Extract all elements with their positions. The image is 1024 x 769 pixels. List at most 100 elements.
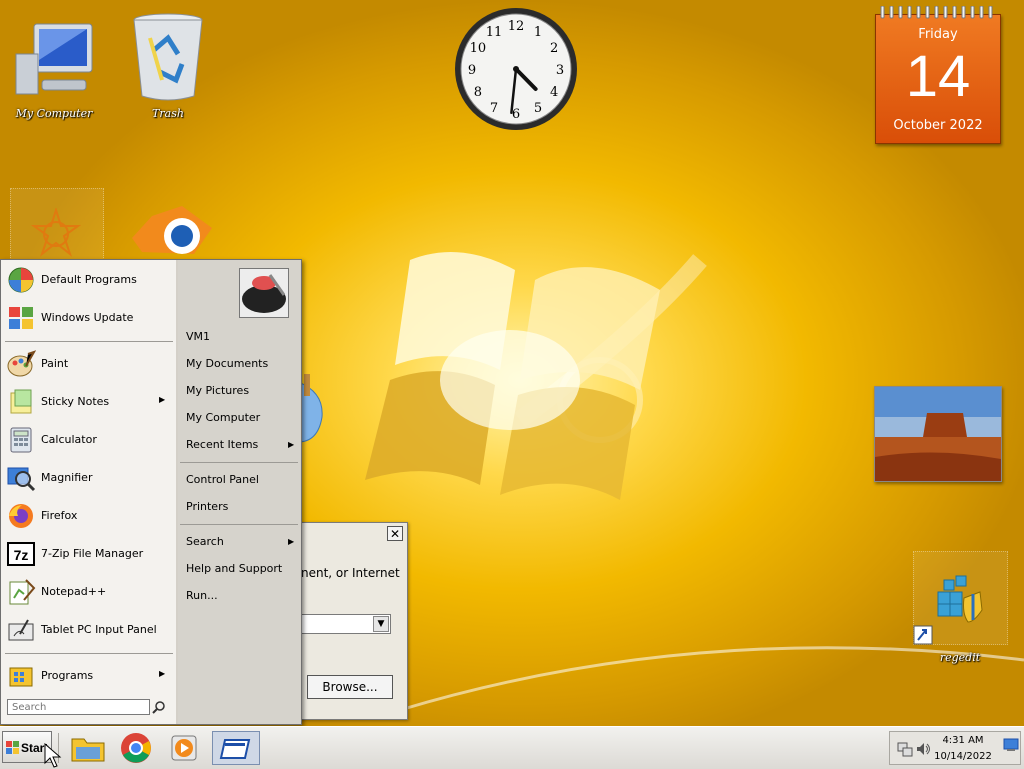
- clock-face: 12 12 3 45678 9 1011: [455, 8, 577, 130]
- notepadpp-icon: [9, 579, 36, 605]
- start-place-help-support[interactable]: Help and Support: [186, 562, 298, 575]
- run-open-combobox[interactable]: ▼: [301, 614, 391, 634]
- media-player-icon: [171, 735, 197, 761]
- separator: [5, 341, 173, 342]
- calendar-ring: [988, 6, 993, 19]
- start-item-label: Calculator: [41, 433, 97, 446]
- chevron-down-icon[interactable]: ▼: [373, 616, 389, 632]
- start-menu: Default Programs Windows Update Paint St…: [0, 259, 302, 725]
- calendar-ring: [898, 6, 903, 19]
- taskbar-chrome[interactable]: [116, 731, 156, 765]
- start-place-printers[interactable]: Printers: [186, 500, 298, 513]
- desktop-icon-trash[interactable]: Trash: [120, 10, 216, 120]
- calendar-ring: [952, 6, 957, 19]
- start-place-my-documents[interactable]: My Documents: [186, 357, 298, 370]
- start-place-recent-items[interactable]: Recent Items ▶: [186, 438, 298, 451]
- slideshow-gadget[interactable]: [874, 386, 1002, 482]
- programs-icon: [9, 667, 33, 687]
- submenu-arrow-icon: ▶: [288, 537, 295, 546]
- clock-number: 8: [474, 85, 482, 100]
- paint-icon: [7, 350, 36, 377]
- start-item-label: 7-Zip File Manager: [41, 547, 144, 560]
- browse-button[interactable]: Browse...: [307, 675, 393, 699]
- start-item-windows-update[interactable]: Windows Update: [1, 300, 176, 336]
- start-item-7zip[interactable]: 7z 7-Zip File Manager: [1, 536, 176, 572]
- close-button[interactable]: ✕: [387, 526, 403, 541]
- desktop-icon-label: regedit: [939, 651, 981, 664]
- calendar-month-year: October 2022: [893, 118, 983, 133]
- desktop-icon-regedit[interactable]: regedit: [912, 570, 1008, 664]
- start-item-label: Default Programs: [41, 273, 137, 286]
- run-dialog[interactable]: ✕ nent, or Internet ▼ Browse...: [290, 522, 408, 720]
- desktop-icon-label: Trash: [152, 107, 184, 120]
- start-place-run[interactable]: Run...: [186, 589, 298, 602]
- start-item-firefox[interactable]: Firefox: [1, 498, 176, 534]
- windows-update-icon: [9, 307, 33, 329]
- clock-gadget[interactable]: 12 1 2 3 4 5 6 7 8 9 10 11: [453, 6, 579, 132]
- clock-number: 7: [490, 101, 498, 116]
- start-item-paint[interactable]: Paint: [1, 346, 176, 382]
- calendar-gadget[interactable]: Friday 14 October 2022: [875, 6, 1001, 144]
- regedit-icon: [913, 575, 983, 645]
- desktop-icon-my-computer[interactable]: My Computer: [6, 10, 102, 120]
- start-item-magnifier[interactable]: Magnifier: [1, 460, 176, 496]
- calendar-ring: [889, 6, 894, 19]
- search-input[interactable]: [7, 699, 150, 715]
- start-item-programs[interactable]: Programs ▶: [1, 658, 176, 694]
- start-place-my-computer[interactable]: My Computer: [186, 411, 298, 424]
- start-item-notepadpp[interactable]: Notepad++: [1, 574, 176, 610]
- calendar-ring: [979, 6, 984, 19]
- taskbar-media-player[interactable]: [164, 731, 204, 765]
- start-item-default-programs[interactable]: Default Programs: [1, 262, 176, 298]
- start-item-label: Programs: [41, 669, 94, 682]
- taskbar: Start 4:31 AM 10/14/2022: [0, 726, 1024, 769]
- calendar-rings: [880, 6, 993, 19]
- tray-clock-time[interactable]: 4:31 AM: [928, 735, 998, 746]
- clock-number: 2: [550, 41, 558, 56]
- taskbar-file-manager[interactable]: [68, 731, 108, 765]
- taskbar-window-switcher[interactable]: [212, 731, 260, 765]
- search-icon[interactable]: [152, 700, 166, 714]
- sticky-notes-icon: [10, 389, 32, 414]
- submenu-arrow-icon: ▶: [159, 669, 166, 678]
- blender-icon[interactable]: [122, 196, 218, 258]
- start-item-sticky-notes[interactable]: Sticky Notes ▶: [1, 384, 176, 420]
- start-item-label: Magnifier: [41, 471, 93, 484]
- show-desktop-icon[interactable]: [1003, 738, 1019, 752]
- calendar-ring: [916, 6, 921, 19]
- clock-number: 4: [550, 85, 558, 100]
- tablet-input-icon: [8, 619, 34, 641]
- network-icon[interactable]: [897, 741, 913, 757]
- start-item-calculator[interactable]: Calculator: [1, 422, 176, 458]
- start-place-control-panel[interactable]: Control Panel: [186, 473, 298, 486]
- window-icon: [219, 739, 251, 759]
- tray-clock-date[interactable]: 10/14/2022: [928, 751, 998, 762]
- avatar[interactable]: [239, 268, 289, 318]
- clock-number: 9: [468, 63, 476, 78]
- computer-icon: [15, 23, 93, 95]
- clock-number: 6: [512, 107, 520, 122]
- start-place-search[interactable]: Search ▶: [186, 535, 298, 548]
- clock-number: 11: [486, 25, 503, 40]
- separator: [180, 524, 298, 525]
- magnifier-icon: [7, 467, 36, 492]
- start-place-my-pictures[interactable]: My Pictures: [186, 384, 298, 397]
- start-menu-programs-panel: Default Programs Windows Update Paint St…: [1, 260, 176, 724]
- start-user-name[interactable]: VM1: [186, 330, 298, 343]
- run-dialog-text: nent, or Internet: [301, 566, 400, 580]
- calendar-ring: [925, 6, 930, 19]
- firefox-icon: [9, 504, 33, 528]
- clock-number: 12: [508, 19, 525, 34]
- windows-logo: [365, 252, 660, 500]
- start-item-label: Firefox: [41, 509, 78, 522]
- separator: [180, 462, 298, 463]
- calendar-day: 14: [905, 44, 971, 109]
- start-item-label: Sticky Notes: [41, 395, 110, 408]
- desert-photo: [875, 387, 1001, 481]
- start-item-tablet-input[interactable]: Tablet PC Input Panel: [1, 612, 176, 648]
- calendar-ring: [907, 6, 912, 19]
- clock-number: 5: [534, 101, 542, 116]
- clock-number: 10: [470, 41, 487, 56]
- start-item-label: Notepad++: [41, 585, 107, 598]
- calendar-weekday: Friday: [918, 27, 958, 42]
